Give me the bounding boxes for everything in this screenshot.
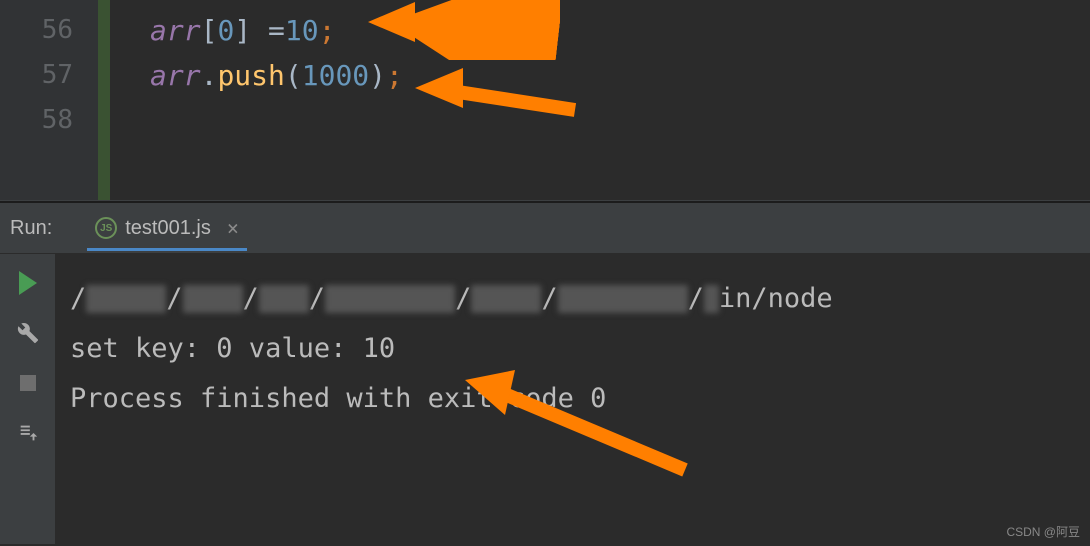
semicolon: ;: [386, 59, 403, 92]
run-tab[interactable]: JS test001.js ×: [87, 206, 247, 251]
dot: .: [201, 59, 218, 92]
redacted: [558, 285, 688, 313]
code-editor[interactable]: 56 57 58 arr[0] =10; arr.push(1000);: [0, 0, 1090, 200]
path-text: /: [541, 274, 557, 324]
scroll-icon: [17, 422, 39, 444]
number: 10: [285, 14, 319, 47]
redacted: [471, 285, 541, 313]
code-content[interactable]: arr[0] =10; arr.push(1000);: [110, 0, 1090, 200]
output-line: Process finished with exit code 0: [70, 374, 1075, 424]
play-icon: [19, 271, 37, 295]
redacted: [704, 285, 719, 313]
rerun-button[interactable]: [14, 269, 42, 297]
scroll-to-end-button[interactable]: [14, 419, 42, 447]
path-text: /: [309, 274, 325, 324]
redacted: [86, 285, 166, 313]
run-label: Run:: [10, 217, 52, 240]
paren: ): [369, 59, 386, 92]
path-text: /: [688, 274, 704, 324]
code-line[interactable]: [150, 98, 1090, 143]
console-output[interactable]: / / / / / / / in/node set key: 0 value: 10 Proc…: [55, 254, 1090, 544]
stop-icon: [20, 375, 36, 391]
settings-button[interactable]: [14, 319, 42, 347]
path-text: /: [70, 274, 86, 324]
output-line: / / / / / / / in/node: [70, 274, 1075, 324]
semicolon: ;: [319, 14, 336, 47]
paren: (: [285, 59, 302, 92]
console-panel: / / / / / / / in/node set key: 0 value: 10 Proc…: [0, 254, 1090, 544]
redacted: [183, 285, 243, 313]
number: 0: [217, 14, 234, 47]
redacted: [325, 285, 455, 313]
line-number: 56: [0, 8, 73, 53]
run-tab-bar: Run: JS test001.js ×: [0, 204, 1090, 254]
stop-button[interactable]: [14, 369, 42, 397]
code-line[interactable]: arr.push(1000);: [150, 53, 1090, 98]
path-text: /: [455, 274, 471, 324]
watermark: CSDN @阿豆: [1006, 523, 1080, 540]
wrench-icon: [17, 322, 39, 344]
line-gutter: 56 57 58: [0, 0, 110, 200]
bracket: [: [201, 14, 218, 47]
bracket: ]: [234, 14, 251, 47]
line-number: 57: [0, 53, 73, 98]
tab-filename: test001.js: [125, 217, 211, 240]
redacted: [259, 285, 309, 313]
variable: arr: [150, 14, 201, 47]
run-toolbar: [0, 254, 55, 544]
path-text: /: [166, 274, 182, 324]
path-text: in/node: [719, 274, 833, 324]
output-line: set key: 0 value: 10: [70, 324, 1075, 374]
line-number: 58: [0, 98, 73, 143]
path-text: /: [243, 274, 259, 324]
number: 1000: [302, 59, 369, 92]
js-file-icon: JS: [95, 217, 117, 239]
operator: =: [251, 14, 285, 47]
code-line[interactable]: arr[0] =10;: [150, 8, 1090, 53]
close-tab-icon[interactable]: ×: [227, 216, 239, 240]
variable: arr: [150, 59, 201, 92]
method: push: [217, 59, 284, 92]
